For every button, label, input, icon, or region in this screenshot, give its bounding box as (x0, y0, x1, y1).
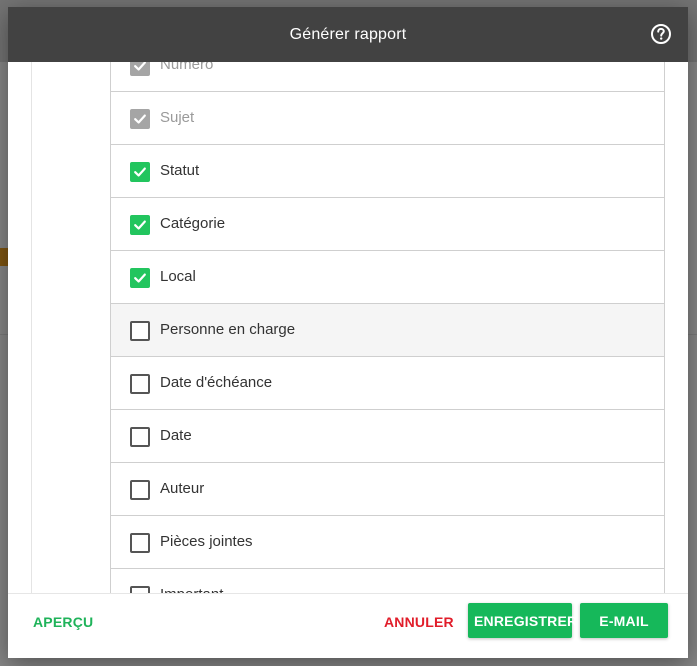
checkbox-empty-icon[interactable] (130, 374, 150, 394)
field-option-label: Statut (160, 162, 200, 179)
checkbox-checked-icon[interactable] (130, 268, 150, 288)
field-option-label: Numéro (160, 62, 214, 73)
field-option-item[interactable]: Important (111, 569, 664, 593)
help-icon[interactable] (650, 23, 672, 45)
field-option-item[interactable]: Personne en charge (111, 304, 664, 357)
field-option-label: Sujet (160, 109, 195, 126)
field-option-item: Sujet (111, 92, 664, 145)
field-option-label: Auteur (160, 480, 205, 497)
field-option-label: Catégorie (160, 215, 226, 232)
field-option-label: Pièces jointes (160, 533, 253, 550)
checkbox-checked-icon (130, 109, 150, 129)
field-option-label: Personne en charge (160, 321, 296, 338)
field-option-label: Important (160, 586, 223, 593)
checkbox-empty-icon[interactable] (130, 427, 150, 447)
checkbox-checked-icon[interactable] (130, 162, 150, 182)
field-option-item[interactable]: Date (111, 410, 664, 463)
generate-report-dialog: Générer rapport Numéro Sujet Statut Catégor… (8, 7, 688, 658)
field-option-item[interactable]: Auteur (111, 463, 664, 516)
dialog-title: Générer rapport (289, 25, 407, 43)
field-option-item[interactable]: Pièces jointes (111, 516, 664, 569)
field-option-label: Date (160, 427, 192, 444)
field-option-item[interactable]: Date d'échéance (111, 357, 664, 410)
checkbox-empty-icon[interactable] (130, 321, 150, 341)
preview-button[interactable]: APERÇU (33, 614, 93, 630)
save-button[interactable]: ENREGISTRER (468, 603, 577, 638)
field-option-label: Date d'échéance (160, 374, 273, 391)
field-option-item[interactable]: Local (111, 251, 664, 304)
checkbox-empty-icon[interactable] (130, 480, 150, 500)
dialog-body[interactable]: Numéro Sujet Statut Catégorie Local Personne … (8, 62, 688, 593)
report-field-list: Numéro Sujet Statut Catégorie Local Personne … (110, 62, 665, 593)
checkbox-checked-icon (130, 62, 150, 76)
dialog-header: Générer rapport (8, 7, 688, 62)
field-option-item[interactable]: Catégorie (111, 198, 664, 251)
dialog-footer: APERÇU ANNULER ENREGISTRER E-MAIL (8, 593, 688, 658)
field-option-item: Numéro (111, 62, 664, 92)
dialog-content-panel: Numéro Sujet Statut Catégorie Local Personne … (31, 62, 665, 593)
cancel-button[interactable]: ANNULER (384, 614, 454, 630)
field-option-label: Local (160, 268, 196, 285)
field-option-item[interactable]: Statut (111, 145, 664, 198)
email-button[interactable]: E-MAIL (580, 603, 668, 638)
checkbox-checked-icon[interactable] (130, 215, 150, 235)
checkbox-empty-icon[interactable] (130, 533, 150, 553)
checkbox-empty-icon[interactable] (130, 586, 150, 593)
